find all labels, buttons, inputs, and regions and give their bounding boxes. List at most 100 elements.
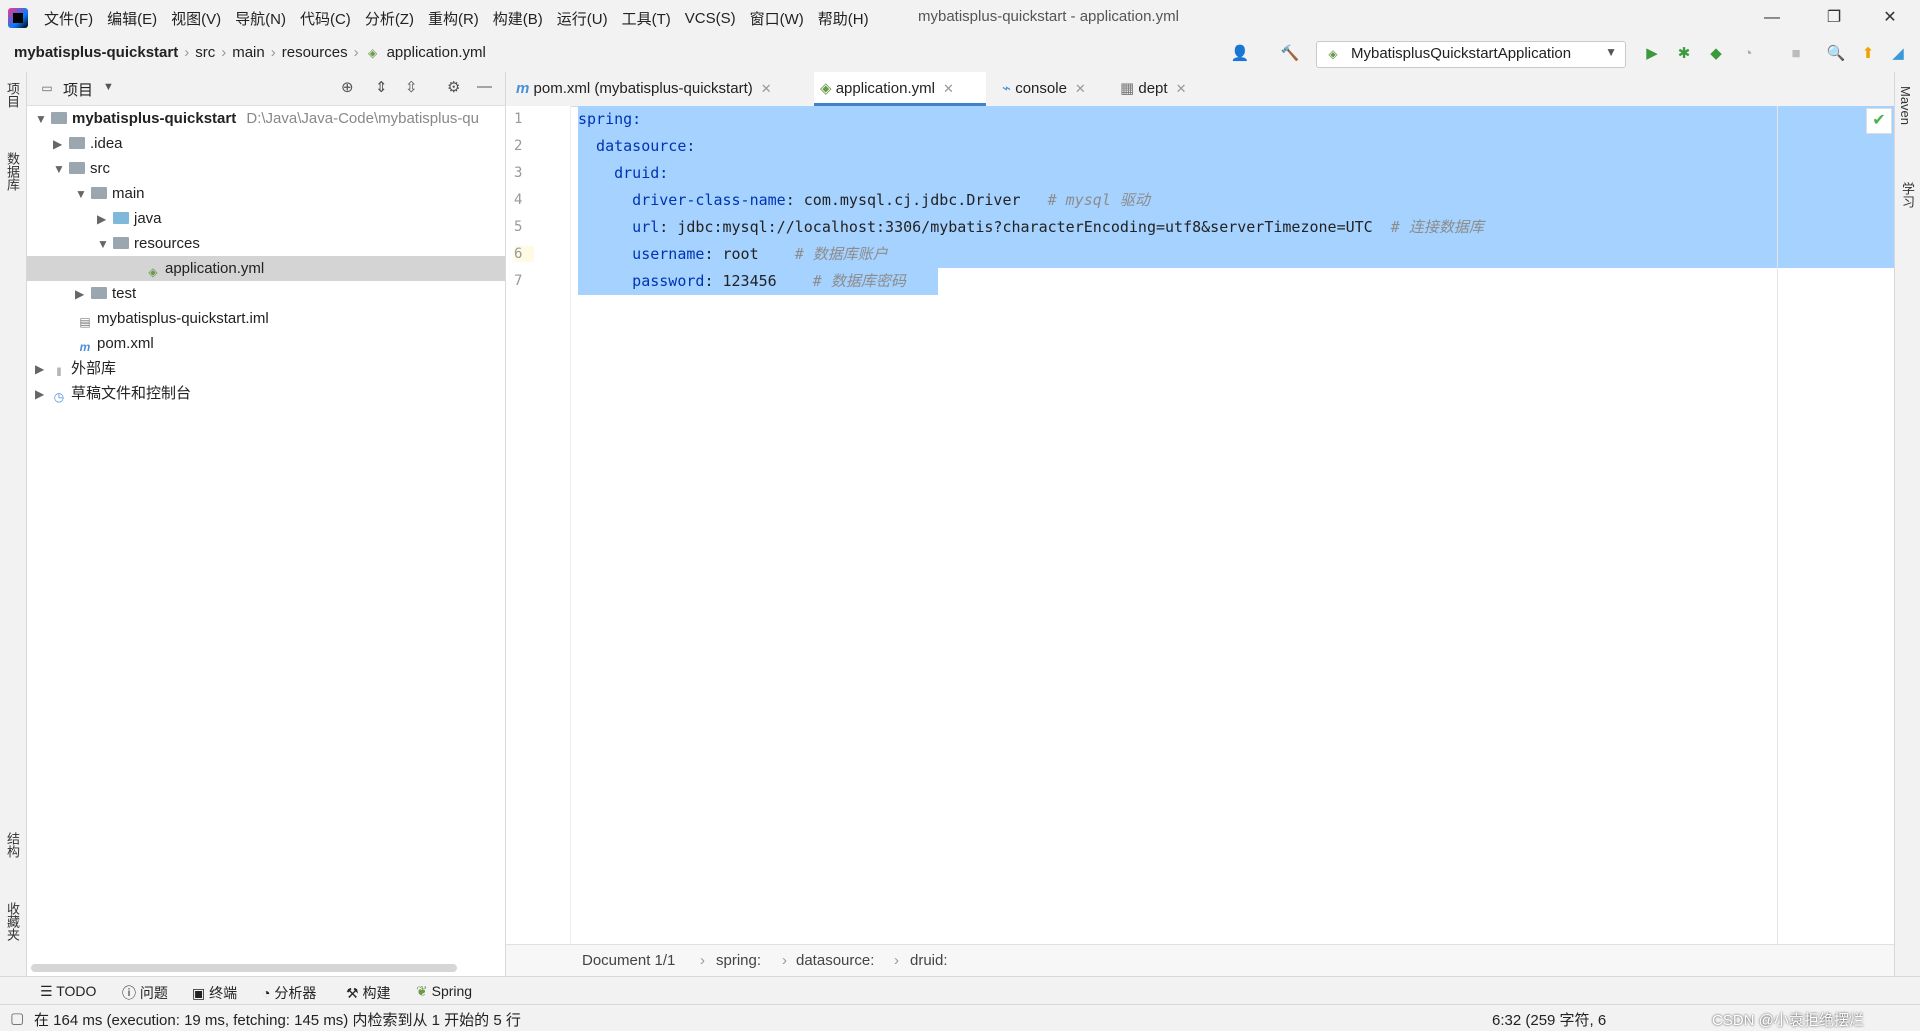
horizontal-scrollbar[interactable] bbox=[31, 964, 457, 972]
breadcrumb-druid[interactable]: druid: bbox=[910, 952, 948, 969]
todo-tool-button[interactable]: ☰ TODO bbox=[40, 983, 96, 1000]
structure-tool-tab[interactable]: 结构 bbox=[3, 832, 22, 858]
tool-label: 终端 bbox=[209, 985, 238, 1001]
inspection-ok-icon[interactable]: ✔ bbox=[1866, 108, 1892, 134]
yaml-key: spring: bbox=[578, 110, 642, 128]
tree-item-label: java bbox=[134, 210, 162, 227]
minimize-icon[interactable]: — bbox=[1758, 4, 1786, 32]
crumb-main[interactable]: main bbox=[232, 44, 265, 61]
chevron-right-icon[interactable]: ▶ bbox=[35, 357, 51, 382]
line-number: 2 bbox=[514, 138, 523, 154]
menu-analyze[interactable]: 分析(Z) bbox=[365, 8, 414, 29]
menu-build[interactable]: 构建(B) bbox=[493, 8, 543, 29]
menu-help[interactable]: 帮助(H) bbox=[818, 8, 869, 29]
status-message[interactable]: 在 164 ms (execution: 19 ms, fetching: 14… bbox=[34, 1009, 521, 1030]
tree-item-resources[interactable]: ▼ resources bbox=[97, 231, 200, 256]
folder-icon bbox=[69, 137, 85, 149]
chevron-down-icon[interactable]: ▼ bbox=[103, 81, 114, 93]
menu-run[interactable]: 运行(U) bbox=[557, 8, 608, 29]
user-icon[interactable]: 👤 bbox=[1230, 44, 1250, 64]
menu-refactor[interactable]: 重构(R) bbox=[428, 8, 479, 29]
tool-label: Spring bbox=[431, 983, 473, 999]
tab-application-yml[interactable]: ◈ application.yml ✕ bbox=[814, 72, 986, 106]
tree-item-external-libraries[interactable]: ▶ ‖ 外部库 bbox=[35, 356, 116, 381]
menu-edit[interactable]: 编辑(E) bbox=[107, 8, 157, 29]
run-configuration-select[interactable]: ◈ MybatisplusQuickstartApplication ▼ bbox=[1316, 41, 1626, 68]
project-tool-tab[interactable]: 项目 bbox=[3, 82, 22, 108]
coverage-icon[interactable]: ◆ bbox=[1706, 44, 1726, 64]
database-tool-tab[interactable]: 数据库 bbox=[3, 152, 22, 191]
chevron-down-icon[interactable]: ▼ bbox=[75, 182, 91, 207]
tree-item-java[interactable]: ▶ java bbox=[97, 206, 162, 231]
hide-panel-icon[interactable]: — bbox=[477, 78, 492, 95]
restore-icon[interactable]: ❐ bbox=[1820, 4, 1848, 32]
menu-view[interactable]: 视图(V) bbox=[171, 8, 221, 29]
locate-icon[interactable]: ⊕ bbox=[341, 78, 354, 96]
terminal-tool-button[interactable]: ▣ 终端 bbox=[192, 983, 237, 1003]
menu-window[interactable]: 窗口(W) bbox=[750, 8, 804, 29]
tree-item-src[interactable]: ▼ src bbox=[53, 156, 110, 181]
close-icon[interactable]: ✕ bbox=[943, 81, 954, 96]
caret-position[interactable]: 6:32 (259 字符, 6 bbox=[1492, 1009, 1606, 1030]
close-icon[interactable]: ✕ bbox=[1075, 81, 1086, 96]
tab-dept[interactable]: ▦ dept ✕ bbox=[1114, 72, 1186, 106]
tree-item-idea[interactable]: ▶ .idea bbox=[53, 131, 123, 156]
profiler-tool-button[interactable]: ◔ 分析器 bbox=[262, 983, 316, 1003]
learn-tool-tab[interactable]: 学习 bbox=[1898, 182, 1917, 208]
debug-icon[interactable]: ✱ bbox=[1674, 44, 1694, 64]
chevron-down-icon[interactable]: ▼ bbox=[53, 157, 69, 182]
tree-item-main[interactable]: ▼ main bbox=[75, 181, 145, 206]
tree-item-project-root[interactable]: ▼ mybatisplus-quickstart D:\Java\Java-Cod… bbox=[35, 106, 479, 131]
breadcrumb-datasource[interactable]: datasource: bbox=[796, 952, 874, 969]
tree-item-pom[interactable]: m pom.xml bbox=[77, 331, 154, 356]
menu-navigate[interactable]: 导航(N) bbox=[235, 8, 286, 29]
menu-vcs[interactable]: VCS(S) bbox=[685, 10, 736, 27]
stop-icon[interactable]: ■ bbox=[1786, 44, 1806, 64]
favorites-tool-tab[interactable]: 收藏夹 bbox=[3, 902, 22, 941]
breadcrumb-spring[interactable]: spring: bbox=[716, 952, 761, 969]
menu-code[interactable]: 代码(C) bbox=[300, 8, 351, 29]
tree-item-application-yml[interactable]: ◈ application.yml bbox=[27, 256, 505, 281]
menu-tools[interactable]: 工具(T) bbox=[622, 8, 671, 29]
code-editor[interactable]: spring: datasource: druid: driver-class-… bbox=[578, 106, 1894, 944]
close-icon[interactable]: ✕ bbox=[761, 81, 772, 96]
gear-icon[interactable]: ⚙ bbox=[447, 78, 460, 96]
menu-file[interactable]: 文件(F) bbox=[44, 8, 93, 29]
build-hammer-icon[interactable]: 🔨 bbox=[1280, 44, 1300, 64]
maven-tool-tab[interactable]: Maven bbox=[1898, 86, 1913, 125]
close-icon[interactable]: ✕ bbox=[1176, 81, 1187, 96]
crumb-resources[interactable]: resources bbox=[282, 44, 348, 61]
spring-tool-button[interactable]: ❦ Spring bbox=[416, 983, 472, 1000]
close-window-icon[interactable]: ✕ bbox=[1876, 4, 1904, 32]
chevron-right-icon[interactable]: ▶ bbox=[53, 132, 69, 157]
tree-item-scratches[interactable]: ▶ ◷ 草稿文件和控制台 bbox=[35, 381, 191, 406]
tab-pom-xml[interactable]: m pom.xml (mybatisplus-quickstart) ✕ bbox=[510, 72, 772, 106]
chevron-down-icon[interactable]: ▼ bbox=[35, 107, 51, 132]
build-tool-button[interactable]: ⚒ 构建 bbox=[346, 983, 390, 1003]
yaml-key: username bbox=[578, 245, 705, 263]
collapse-all-icon[interactable]: ⇳ bbox=[405, 78, 418, 96]
search-icon[interactable]: 🔍 bbox=[1826, 44, 1846, 64]
crumb-project[interactable]: mybatisplus-quickstart bbox=[14, 44, 178, 61]
bottom-tool-bar: ☰ TODO ⓘ 问题 ▣ 终端 ◔ 分析器 ⚒ 构建 ❦ Spring bbox=[0, 976, 1920, 1005]
tree-item-iml[interactable]: ▤ mybatisplus-quickstart.iml bbox=[77, 306, 268, 331]
plugin-icon[interactable]: ◢ bbox=[1888, 44, 1908, 64]
run-icon[interactable]: ▶ bbox=[1642, 44, 1662, 64]
chevron-right-icon[interactable]: ▶ bbox=[35, 382, 51, 407]
problems-tool-button[interactable]: ⓘ 问题 bbox=[122, 983, 168, 1003]
tab-console[interactable]: ⌁ console ✕ bbox=[996, 72, 1086, 106]
expand-all-icon[interactable]: ⇕ bbox=[375, 78, 388, 96]
breadcrumb-document[interactable]: Document 1/1 bbox=[582, 952, 675, 969]
update-icon[interactable]: ⬆ bbox=[1858, 44, 1878, 64]
toggle-tool-windows-icon[interactable]: ▢ bbox=[10, 1009, 24, 1027]
crumb-file[interactable]: application.yml bbox=[387, 44, 486, 61]
chevron-down-icon[interactable]: ▼ bbox=[97, 232, 113, 257]
chevron-right-icon[interactable]: ▶ bbox=[97, 207, 113, 232]
project-panel-title[interactable]: 项目 bbox=[63, 79, 93, 100]
profile-icon[interactable]: ◔ bbox=[1738, 44, 1758, 64]
chevron-right-icon[interactable]: ▶ bbox=[75, 282, 91, 307]
yaml-value: : root bbox=[704, 245, 759, 263]
right-margin-guide bbox=[1777, 106, 1778, 944]
crumb-src[interactable]: src bbox=[195, 44, 215, 61]
tree-item-test[interactable]: ▶ test bbox=[75, 281, 136, 306]
